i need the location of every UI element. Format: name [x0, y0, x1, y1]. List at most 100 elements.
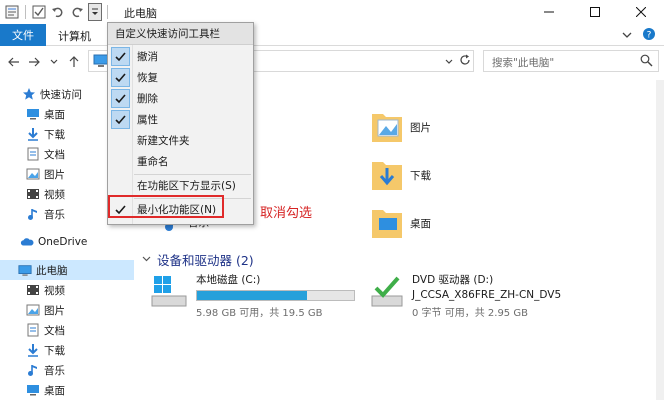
menu-item-undo[interactable]: 撤消 [108, 46, 253, 67]
chevron-down-icon [142, 255, 151, 265]
sidebar-item-label: 音乐 [44, 364, 65, 377]
chevron-down-icon [92, 8, 98, 15]
devices-section-title: 设备和驱动器 (2) [157, 253, 254, 268]
properties-icon[interactable] [4, 4, 20, 20]
sidebar-item-pc-documents[interactable]: 文档 [0, 320, 134, 340]
folder-desktop[interactable]: 桌面 [370, 204, 431, 243]
drive-usage-bar [196, 290, 355, 301]
tab-computer[interactable]: 计算机 [58, 28, 91, 44]
star-icon [22, 87, 36, 101]
sidebar-item-label: 快速访问 [40, 88, 82, 101]
drive-d[interactable]: DVD 驱动器 (D:) J_CCSA_X86FRE_ZH-CN_DV5 0 字… [370, 272, 561, 319]
address-history-icon[interactable] [445, 55, 453, 68]
search-icon[interactable] [640, 54, 653, 70]
sidebar-item-label: 图片 [44, 168, 65, 181]
drive-c[interactable]: 本地磁盘 (C:) 5.98 GB 可用，共 19.5 GB [150, 272, 355, 319]
menu-item-label: 重命名 [137, 156, 169, 168]
minimize-icon [544, 11, 554, 13]
sidebar-item-label: 下载 [44, 344, 65, 357]
menu-item-label: 属性 [137, 114, 158, 126]
sidebar-item-label: 桌面 [44, 108, 65, 121]
folder-downloads[interactable]: 下载 [370, 156, 431, 195]
download-icon [26, 343, 40, 357]
annotation-highlight-box [108, 195, 224, 218]
drive-usage-fill [197, 291, 307, 300]
maximize-button[interactable] [572, 0, 618, 24]
sidebar-item-pc-pictures[interactable]: 图片 [0, 300, 134, 320]
picture-icon [26, 167, 40, 181]
folder-icon [370, 156, 404, 195]
sidebar-item-label: 文档 [44, 148, 65, 161]
close-icon [636, 7, 646, 17]
up-arrow-icon[interactable] [66, 54, 82, 70]
cloud-icon [20, 235, 34, 249]
sidebar-item-onedrive[interactable]: OneDrive [0, 232, 134, 252]
picture-icon [26, 303, 40, 317]
close-button[interactable] [618, 0, 664, 24]
toolbar-separator [107, 5, 108, 19]
help-icon[interactable]: ? [642, 27, 656, 44]
folder-pictures[interactable]: 图片 [370, 108, 431, 147]
music-icon [26, 363, 40, 377]
drive-name: DVD 驱动器 (D:) [412, 274, 494, 286]
menu-item-rename[interactable]: 重命名 [108, 151, 253, 172]
refresh-icon[interactable] [459, 54, 471, 69]
menu-item-show-below-ribbon[interactable]: 在功能区下方显示(S) [108, 175, 253, 196]
menu-item-label: 恢复 [137, 72, 158, 84]
menu-item-label: 在功能区下方显示(S) [137, 180, 236, 192]
forward-arrow-icon[interactable] [26, 54, 42, 70]
title-bar: 此电脑 [0, 0, 664, 24]
expand-ribbon-icon[interactable] [622, 29, 632, 42]
undo-icon[interactable] [50, 4, 66, 20]
annotation-text: 取消勾选 [260, 206, 313, 221]
sidebar-item-this-pc[interactable]: 此电脑 [0, 260, 134, 280]
folder-label: 下载 [410, 170, 431, 182]
minimize-button[interactable] [526, 0, 572, 24]
redo-icon[interactable] [69, 4, 85, 20]
sidebar-item-pc-desktop[interactable]: 桌面 [0, 380, 134, 400]
menu-item-properties[interactable]: 属性 [108, 109, 253, 130]
menu-header: 自定义快速访问工具栏 [108, 23, 253, 45]
sidebar-item-label: 音乐 [44, 208, 65, 221]
checkmark-icon [111, 89, 130, 108]
search-input[interactable]: 搜索"此电脑" [483, 50, 659, 72]
sidebar-item-label: 此电脑 [36, 264, 68, 277]
checkmark-icon [111, 110, 130, 129]
address-row: 搜索"此电脑" [0, 46, 664, 76]
menu-item-label: 撤消 [137, 51, 158, 63]
vertical-scrollbar[interactable] [656, 80, 664, 400]
sidebar-item-pc-music[interactable]: 音乐 [0, 360, 134, 380]
folder-label: 图片 [410, 122, 431, 134]
video-icon [26, 283, 40, 297]
menu-item-delete[interactable]: 删除 [108, 88, 253, 109]
menu-item-new-folder[interactable]: 新建文件夹 [108, 130, 253, 151]
ribbon-controls: ? [622, 27, 656, 44]
music-icon [26, 207, 40, 221]
checkmark-icon[interactable] [31, 4, 47, 20]
tab-file[interactable]: 文件 [0, 24, 46, 46]
drive-space-info: 0 字节 可用，共 2.95 GB [412, 308, 528, 319]
sidebar-item-label: 桌面 [44, 384, 65, 397]
ribbon-tabs: 文件 计算机 ? [0, 24, 664, 46]
computer-icon [18, 263, 32, 277]
document-icon [26, 147, 40, 161]
window-title: 此电脑 [124, 7, 157, 20]
menu-item-redo[interactable]: 恢复 [108, 67, 253, 88]
windows-drive-icon [150, 274, 188, 319]
sidebar-item-label: 文档 [44, 324, 65, 337]
devices-section-header[interactable]: 设备和驱动器 (2) [142, 250, 254, 269]
sidebar-item-pc-videos[interactable]: 视频 [0, 280, 134, 300]
drive-space-info: 5.98 GB 可用，共 19.5 GB [196, 308, 323, 319]
maximize-icon [590, 7, 600, 17]
back-arrow-icon[interactable] [6, 54, 22, 70]
quick-access-toolbar [4, 3, 110, 21]
svg-text:?: ? [647, 31, 652, 41]
toolbar-separator [25, 5, 26, 19]
sidebar-item-pc-downloads[interactable]: 下载 [0, 340, 134, 360]
customize-toolbar-dropdown[interactable] [88, 3, 102, 21]
recent-locations-icon[interactable] [46, 54, 62, 70]
desktop-icon [26, 107, 40, 121]
menu-item-label: 删除 [137, 93, 158, 105]
video-icon [26, 187, 40, 201]
folder-icon [370, 108, 404, 147]
